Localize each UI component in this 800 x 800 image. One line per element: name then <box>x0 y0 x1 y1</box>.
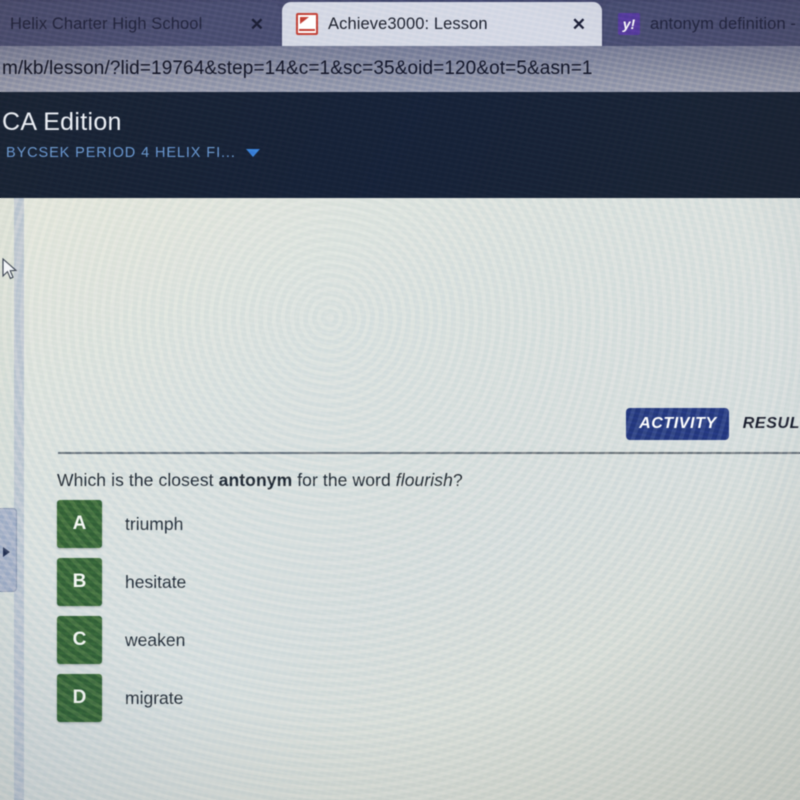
divider <box>58 452 800 454</box>
mouse-cursor-icon <box>2 258 18 280</box>
lesson-content: ACTIVITY RESUL Which is the closest anto… <box>0 198 800 800</box>
browser-tab-achieve3000[interactable]: Achieve3000: Lesson ✕ <box>282 2 602 46</box>
yahoo-icon: y! <box>618 13 640 35</box>
left-edge-stripe <box>14 198 24 800</box>
class-selector[interactable]: BYCSEK PERIOD 4 HELIX FI... <box>0 145 260 161</box>
tab-title: antonym definition - <box>650 14 796 33</box>
answer-choice-d[interactable]: D migrate <box>57 674 186 722</box>
choice-letter-box[interactable]: B <box>57 558 102 606</box>
answer-choices: A triumph B hesitate C weaken D migrate <box>57 500 186 732</box>
class-name-label: BYCSEK PERIOD 4 HELIX FI... <box>6 145 236 161</box>
browser-tabstrip: Helix Charter High School ✕ Achieve3000:… <box>0 0 800 46</box>
browser-tab-helix-charter[interactable]: Helix Charter High School ✕ <box>0 2 280 46</box>
achieve3000-icon <box>296 13 318 35</box>
photographed-screen: Helix Charter High School ✕ Achieve3000:… <box>0 0 800 800</box>
choice-text: triumph <box>125 513 184 534</box>
question-post: ? <box>452 470 463 490</box>
question-target-word: flourish <box>395 470 453 490</box>
choice-text: migrate <box>125 687 184 708</box>
question-pre: Which is the closest <box>57 470 219 490</box>
answer-choice-c[interactable]: C weaken <box>57 616 186 664</box>
sidebar-expand-handle[interactable] <box>0 508 17 592</box>
choice-letter-box[interactable]: C <box>57 616 102 664</box>
url-text: m/kb/lesson/?lid=19764&step=14&c=1&sc=35… <box>2 58 593 79</box>
close-icon[interactable]: ✕ <box>244 16 270 33</box>
answer-choice-a[interactable]: A triumph <box>57 500 186 548</box>
browser-chrome: Helix Charter High School ✕ Achieve3000:… <box>0 0 800 95</box>
tab-title: Helix Charter High School <box>10 14 203 33</box>
tab-results[interactable]: RESUL <box>743 415 800 433</box>
question-keyword: antonym <box>218 470 293 490</box>
choice-text: weaken <box>125 629 186 650</box>
browser-tab-antonym-definition[interactable]: y! antonym definition - <box>604 2 800 46</box>
choice-text: hesitate <box>125 571 187 592</box>
choice-letter-box[interactable]: D <box>57 674 102 722</box>
app-header-left: CA Edition BYCSEK PERIOD 4 HELIX FI... <box>0 108 260 161</box>
address-bar[interactable]: m/kb/lesson/?lid=19764&step=14&c=1&sc=35… <box>0 46 800 92</box>
close-icon[interactable]: ✕ <box>566 16 592 33</box>
choice-letter-box[interactable]: A <box>57 500 102 548</box>
lesson-tabs: ACTIVITY RESUL <box>626 408 800 440</box>
edition-title: CA Edition <box>2 108 122 136</box>
chevron-down-icon[interactable] <box>245 149 260 157</box>
app-header: CA Edition BYCSEK PERIOD 4 HELIX FI... 3… <box>0 92 800 257</box>
tab-activity[interactable]: ACTIVITY <box>626 408 729 440</box>
tab-title: Achieve3000: Lesson <box>328 14 488 33</box>
answer-choice-b[interactable]: B hesitate <box>57 558 186 606</box>
question-mid: for the word <box>292 470 396 490</box>
question-text: Which is the closest antonym for the wor… <box>57 470 463 491</box>
